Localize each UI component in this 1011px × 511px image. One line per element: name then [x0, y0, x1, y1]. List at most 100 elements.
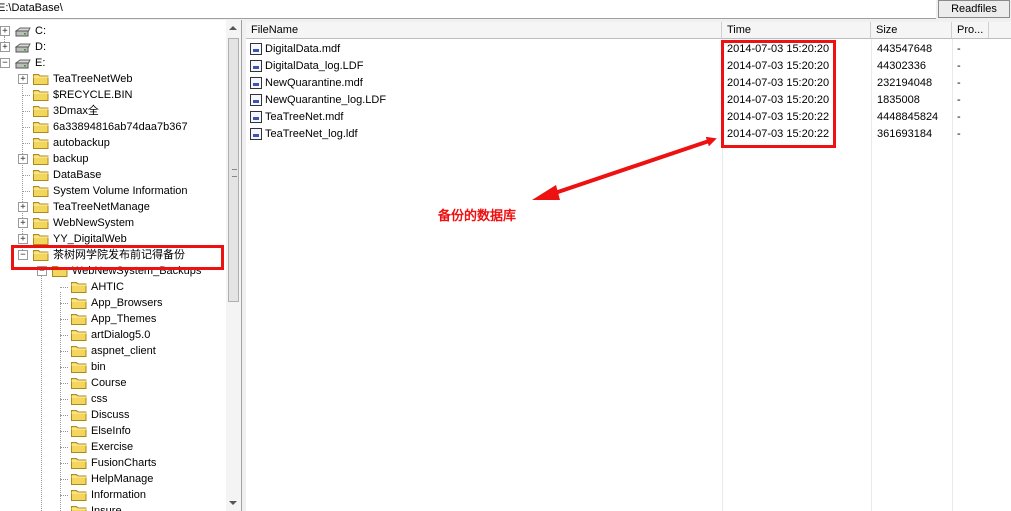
tree-subitem-12[interactable]: HelpManage — [0, 471, 225, 487]
file-row[interactable]: TeaTreeNet.mdf 2014-07-03 15:20:22 4448845… — [246, 109, 1011, 126]
tree-subitem-10[interactable]: Exercise — [0, 439, 225, 455]
tree-item-label: WebNewSystem — [53, 217, 135, 229]
tree-item-2[interactable]: 3Dmax全 — [0, 103, 225, 119]
file-row[interactable]: NewQuarantine.mdf 2014-07-03 15:20:20 2321… — [246, 75, 1011, 92]
file-list[interactable]: FileName Time Size Pro... DigitalData.md… — [246, 22, 1011, 511]
tree-item-label: HelpManage — [91, 473, 154, 485]
tree-item-label: ElseInfo — [91, 425, 131, 437]
tree-drive-d[interactable]: + D: — [0, 39, 225, 55]
tree-item-label: AHTIC — [91, 281, 124, 293]
folder-icon — [71, 457, 87, 469]
folder-icon — [71, 313, 87, 325]
file-name: TeaTreeNet.mdf — [265, 111, 344, 123]
folder-icon — [33, 169, 49, 181]
path-bar[interactable]: E:\DataBase\ — [0, 0, 936, 19]
scroll-up-icon[interactable] — [229, 26, 237, 30]
time-highlight-box — [721, 40, 836, 148]
folder-icon — [71, 377, 87, 389]
drive-icon — [14, 26, 31, 37]
tree-scrollbar[interactable] — [226, 20, 241, 511]
tree-subitem-3[interactable]: artDialog5.0 — [0, 327, 225, 343]
expand-icon[interactable]: + — [18, 202, 28, 212]
file-name: NewQuarantine_log.LDF — [265, 94, 387, 106]
expand-icon[interactable]: + — [18, 74, 28, 84]
tree-drive-e[interactable]: − E: — [0, 55, 225, 71]
tree-item-label: Course — [91, 377, 127, 389]
file-row[interactable]: NewQuarantine_log.LDF 2014-07-03 15:20:20… — [246, 92, 1011, 109]
tree-item-label: FusionCharts — [91, 457, 157, 469]
folder-icon — [71, 329, 87, 341]
tree-subitem-2[interactable]: App_Themes — [0, 311, 225, 327]
folder-icon — [71, 473, 87, 485]
tree-item-label: Exercise — [91, 441, 134, 453]
tree-item-label: D: — [35, 41, 46, 53]
drive-icon — [14, 42, 31, 53]
expand-icon[interactable]: + — [0, 26, 10, 36]
scroll-down-icon[interactable] — [229, 501, 237, 505]
database-file-icon — [250, 43, 262, 55]
file-row[interactable]: DigitalData.mdf 2014-07-03 15:20:20 443547… — [246, 41, 1011, 58]
expand-icon[interactable]: + — [18, 234, 28, 244]
column-pro[interactable]: Pro... — [952, 22, 989, 39]
folder-icon — [33, 105, 49, 117]
tree-subitem-11[interactable]: FusionCharts — [0, 455, 225, 471]
tree-item-label: DataBase — [53, 169, 102, 181]
tree-item-0[interactable]: + TeaTreeNetWeb — [0, 71, 225, 87]
tree-item-5[interactable]: + backup — [0, 151, 225, 167]
folder-icon — [71, 297, 87, 309]
tree-subitem-0[interactable]: AHTIC — [0, 279, 225, 295]
tree-item-9[interactable]: + WebNewSystem — [0, 215, 225, 231]
folder-icon — [33, 89, 49, 101]
tree-subitem-6[interactable]: Course — [0, 375, 225, 391]
column-time[interactable]: Time — [722, 22, 871, 39]
tree-item-3[interactable]: 6a33894816ab74daa7b367 — [0, 119, 225, 135]
tree-subitem-7[interactable]: css — [0, 391, 225, 407]
tree-item-4[interactable]: autobackup — [0, 135, 225, 151]
tree-subitem-13[interactable]: Information — [0, 487, 225, 503]
tree-subitem-8[interactable]: Discuss — [0, 407, 225, 423]
tree-item-8[interactable]: + TeaTreeNetManage — [0, 199, 225, 215]
file-name: DigitalData_log.LDF — [265, 60, 364, 72]
tree-item-7[interactable]: System Volume Information — [0, 183, 225, 199]
folder-highlight-box — [11, 245, 224, 270]
folder-icon — [33, 121, 49, 133]
tree-item-label: bin — [91, 361, 106, 373]
scroll-thumb[interactable] — [228, 38, 239, 302]
expand-icon[interactable]: + — [18, 218, 28, 228]
tree-subitem-4[interactable]: aspnet_client — [0, 343, 225, 359]
file-row[interactable]: DigitalData_log.LDF 2014-07-03 15:20:20 44… — [246, 58, 1011, 75]
tree-item-label: 3Dmax全 — [53, 105, 99, 117]
tree-subitem-1[interactable]: App_Browsers — [0, 295, 225, 311]
tree-item-label: Information — [91, 489, 147, 501]
folder-icon — [33, 137, 49, 149]
tree-subitem-14[interactable]: Insure — [0, 503, 225, 511]
file-row[interactable]: TeaTreeNet_log.ldf 2014-07-03 15:20:22 361… — [246, 126, 1011, 143]
tree-item-label: Insure — [91, 505, 122, 511]
file-name: DigitalData.mdf — [265, 43, 341, 55]
column-size[interactable]: Size — [871, 22, 952, 39]
tree-item-label: App_Browsers — [91, 297, 163, 309]
file-size: 443547648 — [877, 43, 933, 55]
file-pro: - — [957, 60, 961, 72]
folder-icon — [71, 345, 87, 357]
tree-item-1[interactable]: $RECYCLE.BIN — [0, 87, 225, 103]
tree-item-label: css — [91, 393, 108, 405]
readfiles-button[interactable]: Readfiles — [938, 0, 1010, 18]
file-size: 1835008 — [877, 94, 920, 106]
expand-icon[interactable]: + — [0, 42, 10, 52]
collapse-icon[interactable]: − — [0, 58, 10, 68]
tree-subitem-9[interactable]: ElseInfo — [0, 423, 225, 439]
tree-item-6[interactable]: DataBase — [0, 167, 225, 183]
tree-item-label: backup — [53, 153, 89, 165]
expand-icon[interactable]: + — [18, 154, 28, 164]
folder-icon — [71, 441, 87, 453]
database-file-icon — [250, 111, 262, 123]
drive-icon — [14, 58, 31, 69]
database-file-icon — [250, 128, 262, 140]
column-filename[interactable]: FileName — [246, 22, 722, 39]
tree-drive-c[interactable]: + C: — [0, 23, 225, 39]
folder-icon — [33, 185, 49, 197]
path-text: E:\DataBase\ — [0, 2, 63, 14]
tree-subitem-5[interactable]: bin — [0, 359, 225, 375]
tree-item-label: E: — [35, 57, 46, 69]
